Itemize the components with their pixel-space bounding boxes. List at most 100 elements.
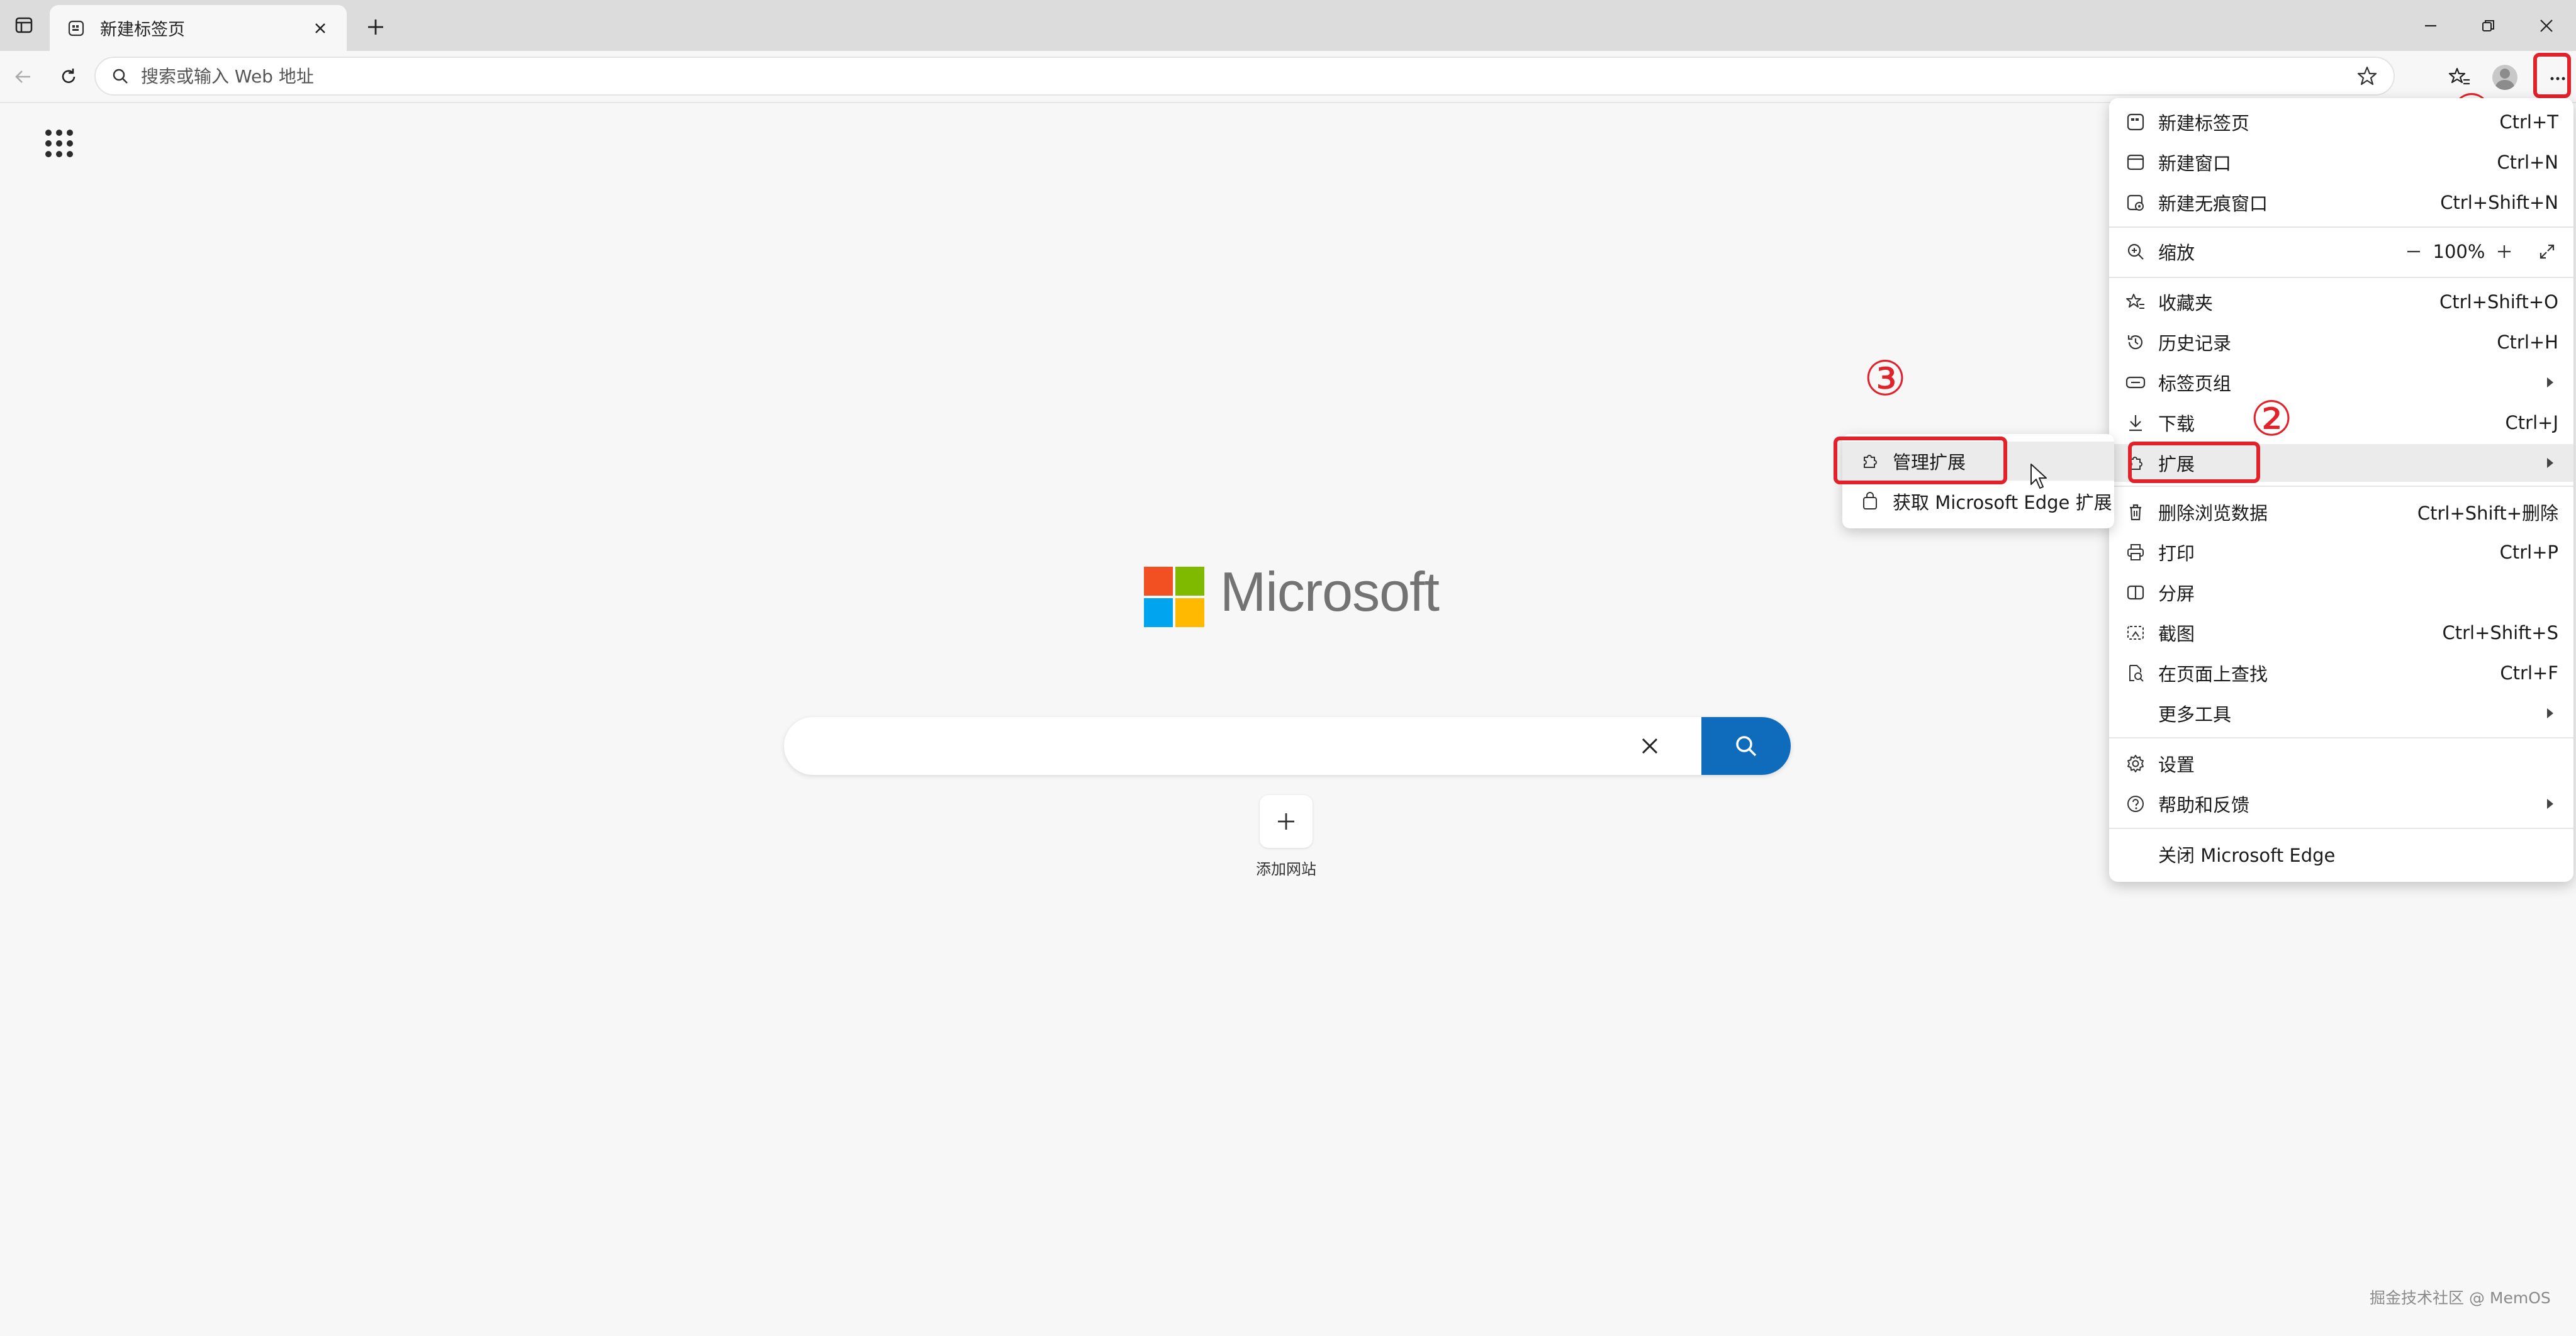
close-icon	[2540, 19, 2553, 32]
menu-label: 打印	[2158, 543, 2195, 564]
menu-item-help[interactable]: 帮助和反馈	[2109, 785, 2573, 823]
grid-dot	[67, 151, 73, 157]
menu-item-close-edge[interactable]: 关闭 Microsoft Edge	[2109, 835, 2573, 873]
menu-item-screenshot[interactable]: 截图 Ctrl+Shift+S	[2109, 614, 2573, 652]
menu-item-new-inprivate[interactable]: 新建无痕窗口 Ctrl+Shift+N	[2109, 184, 2573, 221]
tab-title: 新建标签页	[100, 20, 185, 40]
fullscreen-button[interactable]	[2533, 238, 2561, 265]
zoom-out-button[interactable]	[2400, 238, 2428, 265]
restore-icon	[2482, 20, 2494, 31]
menu-label: 帮助和反馈	[2158, 794, 2250, 816]
menu-shortcut: Ctrl+H	[2497, 331, 2558, 353]
mouse-cursor-icon	[2030, 464, 2047, 489]
menu-item-tab-groups[interactable]: 标签页组	[2109, 364, 2573, 401]
menu-shortcut: Ctrl+Shift+O	[2439, 291, 2558, 313]
tab-groups-icon	[2124, 371, 2147, 394]
back-button[interactable]	[9, 62, 38, 91]
menu-label: 分屏	[2158, 583, 2195, 604]
submenu-label: 获取 Microsoft Edge 扩展	[1893, 492, 2112, 513]
grid-dot	[56, 130, 62, 136]
address-bar[interactable]	[94, 57, 2395, 96]
history-icon	[2124, 331, 2147, 353]
restore-button[interactable]	[2467, 9, 2511, 43]
new-tab-page-icon	[65, 17, 87, 40]
menu-item-history[interactable]: 历史记录 Ctrl+H	[2109, 323, 2573, 361]
logo-green-square	[1175, 567, 1204, 596]
menu-item-settings[interactable]: 设置	[2109, 745, 2573, 782]
clear-search-icon[interactable]	[1631, 727, 1669, 765]
grid-dot	[45, 151, 52, 157]
menu-shortcut: Ctrl+Shift+S	[2442, 622, 2558, 643]
menu-item-split-screen[interactable]: 分屏	[2109, 574, 2573, 611]
menu-label: 在页面上查找	[2158, 664, 2268, 685]
menu-separator	[2109, 737, 2573, 738]
menu-label: 关闭 Microsoft Edge	[2158, 845, 2336, 866]
add-favorite-star-icon[interactable]	[2355, 64, 2380, 89]
menu-shortcut: Ctrl+P	[2499, 542, 2558, 563]
annotation-box-3	[1834, 437, 2007, 484]
tab-actions-button[interactable]	[11, 13, 36, 38]
search-icon	[1736, 736, 1757, 757]
submenu-arrow-icon	[2547, 708, 2553, 718]
search-icon	[109, 65, 131, 87]
toolbar	[0, 51, 2576, 103]
menu-label: 截图	[2158, 623, 2195, 645]
new-tab-button[interactable]	[361, 13, 390, 42]
menu-label: 历史记录	[2158, 333, 2232, 354]
back-arrow-icon	[15, 70, 30, 83]
minus-icon	[2407, 250, 2420, 253]
menu-label: 更多工具	[2158, 704, 2232, 725]
submenu-arrow-icon	[2547, 458, 2553, 468]
menu-item-new-tab[interactable]: 新建标签页 Ctrl+T	[2109, 103, 2573, 141]
refresh-icon	[62, 69, 76, 83]
close-window-button[interactable]	[2524, 9, 2568, 43]
submenu-item-get-extensions[interactable]: 获取 Microsoft Edge 扩展	[1842, 482, 2114, 521]
add-site-tile[interactable]: 添加网站	[1255, 795, 1318, 879]
minimize-button[interactable]	[2409, 9, 2453, 43]
menu-label: 新建窗口	[2158, 153, 2232, 174]
favorites-icon	[2124, 291, 2147, 313]
microsoft-logo	[1144, 567, 1204, 627]
zoom-in-button[interactable]	[2490, 238, 2518, 265]
address-input[interactable]	[141, 65, 2355, 87]
tab-actions-icon	[15, 17, 33, 33]
new-tab-icon	[2124, 111, 2147, 133]
tab-close-icon[interactable]	[309, 17, 332, 40]
fullscreen-icon	[2540, 244, 2555, 259]
help-icon	[2124, 793, 2147, 815]
menu-separator	[2109, 828, 2573, 829]
menu-item-favorites[interactable]: 收藏夹 Ctrl+Shift+O	[2109, 283, 2573, 321]
menu-item-print[interactable]: 打印 Ctrl+P	[2109, 533, 2573, 571]
menu-item-clear-data[interactable]: 删除浏览数据 Ctrl+Shift+删除	[2109, 493, 2573, 531]
zoom-controls: 100%	[2400, 238, 2561, 265]
menu-label: 下载	[2158, 413, 2195, 435]
menu-item-find[interactable]: 在页面上查找 Ctrl+F	[2109, 654, 2573, 692]
profile-button[interactable]	[2490, 63, 2519, 92]
annotation-step-3: ③	[1864, 350, 1907, 406]
menu-item-more-tools[interactable]: 更多工具	[2109, 694, 2573, 732]
app-launcher-button[interactable]	[45, 130, 73, 157]
zoom-value: 100%	[2433, 241, 2485, 262]
menu-shortcut: Ctrl+F	[2500, 662, 2558, 684]
plus-icon	[2498, 245, 2511, 258]
logo-blue-square	[1144, 598, 1173, 627]
menu-item-downloads[interactable]: 下载 Ctrl+J	[2109, 404, 2573, 442]
plus-icon	[368, 19, 383, 35]
minimize-icon	[2425, 25, 2436, 27]
menu-separator	[2109, 226, 2573, 228]
tab-new-tab[interactable]: 新建标签页	[50, 5, 347, 51]
refresh-button[interactable]	[54, 62, 83, 91]
search-submit-button[interactable]	[1701, 717, 1791, 775]
menu-label: 收藏夹	[2158, 292, 2214, 314]
avatar	[2492, 65, 2517, 90]
add-site-label: 添加网站	[1256, 860, 1316, 878]
watermark: 掘金技术社区 @ MemOS	[2370, 1289, 2551, 1307]
menu-item-new-window[interactable]: 新建窗口 Ctrl+N	[2109, 143, 2573, 181]
settings-menu: 新建标签页 Ctrl+T 新建窗口 Ctrl+N 新建无痕窗口 Ctrl+Shi…	[2109, 98, 2573, 882]
ntp-search-box[interactable]	[784, 717, 1791, 775]
ntp-search-input[interactable]	[784, 717, 1631, 775]
grid-dot	[67, 130, 73, 136]
grid-dot	[45, 130, 52, 136]
find-in-page-icon	[2124, 662, 2147, 684]
menu-shortcut: Ctrl+T	[2499, 111, 2558, 133]
